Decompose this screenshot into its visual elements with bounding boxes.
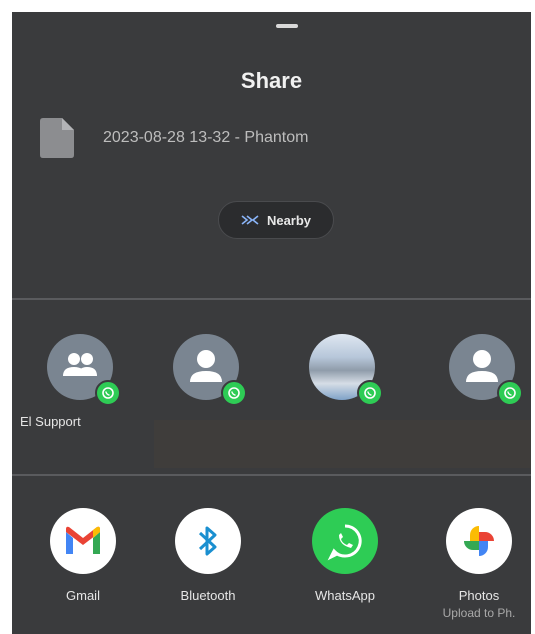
contact-el-support[interactable]: El Support [20, 334, 140, 429]
contact-name-placeholder [154, 420, 531, 468]
contact-4[interactable] [422, 334, 531, 414]
divider [12, 298, 531, 300]
contact-label: El Support [20, 414, 81, 429]
app-google-photos[interactable]: Photos Upload to Ph. [424, 508, 531, 620]
person-icon [449, 334, 523, 406]
contact-3[interactable] [282, 334, 402, 414]
nearby-label: Nearby [266, 212, 312, 228]
person-icon [173, 334, 247, 406]
divider [12, 474, 531, 476]
whatsapp-badge-icon [497, 380, 523, 406]
drag-handle[interactable] [276, 24, 298, 28]
share-sheet: Share 2023-08-28 13-32 - Phantom Nearby … [12, 12, 531, 634]
nearby-share-button[interactable]: Nearby [218, 201, 334, 239]
whatsapp-badge-icon [95, 380, 121, 406]
contact-2[interactable] [146, 334, 266, 414]
app-whatsapp[interactable]: WhatsApp [290, 508, 400, 603]
sheet-title: Share [240, 68, 303, 93]
app-sublabel: Upload to Ph. [442, 606, 516, 620]
app-gmail[interactable]: Gmail [28, 508, 138, 603]
whatsapp-badge-icon [221, 380, 247, 406]
whatsapp-icon [312, 508, 378, 574]
photo-avatar [309, 334, 383, 406]
nearby-share-icon [241, 215, 259, 225]
group-icon [47, 334, 121, 406]
google-photos-icon [446, 508, 512, 574]
whatsapp-badge-icon [357, 380, 383, 406]
app-label: WhatsApp [315, 588, 375, 603]
app-label: Bluetooth [180, 588, 236, 603]
app-bluetooth[interactable]: Bluetooth [153, 508, 263, 603]
file-name: 2023-08-28 13-32 - Phantom [103, 129, 309, 146]
document-icon [40, 118, 74, 158]
app-label: Gmail [66, 588, 100, 603]
gmail-icon [50, 508, 116, 574]
bluetooth-icon [175, 508, 241, 574]
app-label: Photos [458, 588, 500, 603]
